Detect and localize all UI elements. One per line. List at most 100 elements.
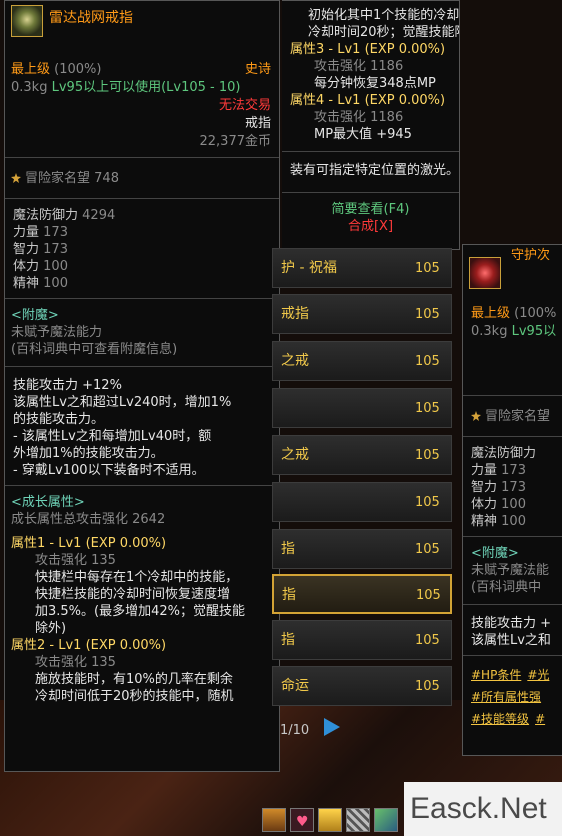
list-item[interactable]: 105 <box>272 482 452 522</box>
trade-status: 无法交易 <box>218 98 271 113</box>
stat-row: 精神 100 <box>471 514 526 529</box>
attr2-attack: 攻击强化 135 <box>35 655 116 670</box>
growth-section: <成长属性> 成长属性总攻击强化 2642 属性1 - Lv1 (EXP 0.0… <box>5 485 279 705</box>
mid-desc-line: 初始化其中1个技能的冷却时间。( <box>308 8 459 23</box>
skill-line: - 该属性Lv之和每增加Lv40时，额 <box>13 429 212 444</box>
skill-line: 该属性Lv之和超过Lv240时，增加1% <box>13 395 232 410</box>
quickslot-character-icon[interactable] <box>318 808 342 832</box>
tag-link[interactable]: #技能等级 <box>471 708 529 730</box>
tag-link[interactable]: #所有属性强 <box>471 686 541 708</box>
tag-link[interactable]: #光 <box>527 664 549 686</box>
tag-link[interactable]: # <box>535 708 545 730</box>
right-item-title: 守护次 <box>511 248 551 263</box>
reputation-flag-icon <box>11 173 21 183</box>
right-reputation: 冒险家名望 <box>463 395 562 436</box>
right-tags: #HP条件 #光 #所有属性强 #技能等级 # <box>463 655 562 730</box>
watermark-text: Easck.Net <box>410 792 547 825</box>
right-enchant: <附魔> 未赋予魔法能 (百科词典中 <box>463 536 562 604</box>
stat-row: 体力 100 <box>13 259 68 274</box>
right-stats: 魔法防御力 力量 173 智力 173 体力 100 精神 100 <box>463 436 562 536</box>
item-tooltip-right: 守护次 最上级 (100% 0.3kg Lv95以 冒险家名望 魔法防御力 力量… <box>462 244 562 756</box>
item-basic-info: 最上级 (100%) 史诗 0.3kg Lv95以上可以使用(Lv105 - 1… <box>5 57 279 157</box>
laser-section: 装有可指定特定位置的激光。 <box>282 151 459 192</box>
stat-row: 智力 173 <box>471 480 526 495</box>
attr4-desc: MP最大值 +945 <box>314 127 412 142</box>
skill-section: 技能攻击力 +12% 该属性Lv之和超过Lv240时，增加1% 的技能攻击力。 … <box>5 366 279 485</box>
skill-line: 该属性Lv之和 <box>471 633 551 648</box>
stat-row: 智力 173 <box>13 242 68 257</box>
stat-row: 体力 100 <box>471 497 526 512</box>
quickslot-grid-icon[interactable] <box>346 808 370 832</box>
attr2-desc-line: 冷却时间低于20秒的技能中，随机 <box>35 689 234 704</box>
list-item[interactable]: 指 105 <box>272 529 452 569</box>
attr4-attack: 攻击强化 1186 <box>314 110 404 125</box>
attr1-desc-line: 快捷栏中每存在1个冷却中的技能， <box>35 570 239 585</box>
synthesize-button[interactable]: 合成[X] <box>282 218 459 235</box>
item-tooltip-middle: 初始化其中1个技能的冷却时间。( 冷却时间20秒；觉醒技能除外) 属性3 - L… <box>282 0 460 250</box>
attr1-desc-line: 除外) <box>35 621 67 636</box>
item-type: 戒指 <box>244 116 271 131</box>
ring-item-icon <box>11 5 43 37</box>
quickslot-item-icon[interactable] <box>374 808 398 832</box>
list-item[interactable]: 戒指 105 <box>272 294 452 334</box>
mid-attrs: 属性3 - Lv1 (EXP 0.00%) 攻击强化 1186 每分钟恢复348… <box>282 41 459 143</box>
rarity-percent: (100%) <box>54 62 102 77</box>
enchant-line: 未赋予魔法能 <box>471 563 550 578</box>
stat-row: 精神 100 <box>13 276 68 291</box>
list-item[interactable]: 指 105 <box>272 620 452 660</box>
enchant-title: <附魔> <box>471 546 519 561</box>
right-weight: 0.3kg <box>471 324 508 339</box>
list-item[interactable]: 命运 105 <box>272 666 452 706</box>
next-page-arrow-icon[interactable] <box>324 718 340 736</box>
attr1-desc-line: 加3.5%。(最多增加42%；觉醒技能 <box>35 604 245 619</box>
right-skill: 技能攻击力 + 该属性Lv之和 <box>463 604 562 655</box>
right-rarity-label: 最上级 <box>471 306 511 321</box>
item-price: 22,377金币 <box>199 134 272 149</box>
list-item-selected[interactable]: 指 105 <box>272 574 452 614</box>
tooltip-header: 雷达战网戒指 <box>5 1 279 57</box>
quickslot-heart-icon[interactable]: ♥ <box>290 808 314 832</box>
attr3-attack: 攻击强化 1186 <box>314 59 404 74</box>
skill-line: - 穿戴Lv100以下装备时不适用。 <box>13 463 205 478</box>
enchant-line: (百科词典中可查看附魔信息) <box>11 342 178 357</box>
right-rarity-percent: (100% <box>514 306 557 321</box>
grade-label: 史诗 <box>244 62 271 77</box>
attr3-title: 属性3 - Lv1 (EXP 0.00%) <box>290 42 446 57</box>
stat-row: 力量 173 <box>13 225 68 240</box>
growth-title: <成长属性> <box>11 495 85 510</box>
right-level-req: Lv95以 <box>511 324 557 339</box>
mid-actions: 简要查看(F4) 合成[X] <box>282 192 459 235</box>
mid-desc-line: 冷却时间20秒；觉醒技能除外) <box>308 25 459 40</box>
enchant-line: (百科词典中 <box>471 580 542 595</box>
list-item[interactable]: 护 - 祝福 105 <box>272 248 452 288</box>
brief-view-button[interactable]: 简要查看(F4) <box>282 201 459 218</box>
list-item[interactable]: 105 <box>272 388 452 428</box>
enchant-line: 未赋予魔法能力 <box>11 325 103 340</box>
enchant-title: <附魔> <box>11 308 59 323</box>
list-item[interactable]: 之戒 105 <box>272 341 452 381</box>
quickslot-picture-icon[interactable] <box>262 808 286 832</box>
laser-text: 装有可指定特定位置的激光。 <box>290 163 459 178</box>
attr2-desc-line: 施放技能时，有10%的几率在剩余 <box>35 672 233 687</box>
skill-line: 外增加1%的技能攻击力。 <box>13 446 164 461</box>
reputation-value: 748 <box>94 171 119 186</box>
skill-line: 的技能攻击力。 <box>13 412 105 427</box>
growth-total: 成长属性总攻击强化 2642 <box>11 512 166 527</box>
attr4-title: 属性4 - Lv1 (EXP 0.00%) <box>290 93 446 108</box>
guardian-item-icon <box>469 257 501 289</box>
skill-line: 技能攻击力 + <box>471 616 552 631</box>
tag-link[interactable]: #HP条件 <box>471 664 521 686</box>
watermark: Easck.Net <box>404 782 562 836</box>
weight-text: 0.3kg <box>11 80 48 95</box>
attr1-attack: 攻击强化 135 <box>35 553 116 568</box>
right-basic-info: 最上级 (100% 0.3kg Lv95以 <box>463 297 562 395</box>
right-header: 守护次 <box>463 245 562 297</box>
reputation-flag-icon <box>471 411 481 421</box>
stat-row: 魔法防御力 <box>471 446 537 461</box>
list-item[interactable]: 之戒 105 <box>272 435 452 475</box>
stat-row: 力量 173 <box>471 463 526 478</box>
enchant-section: <附魔> 未赋予魔法能力 (百科词典中可查看附魔信息) <box>5 298 279 366</box>
stats-section: 魔法防御力 4294 力量 173 智力 173 体力 100 精神 100 <box>5 198 279 298</box>
level-requirement: Lv95以上可以使用(Lv105 - 10) <box>51 80 241 95</box>
attr1-title: 属性1 - Lv1 (EXP 0.00%) <box>11 536 167 551</box>
